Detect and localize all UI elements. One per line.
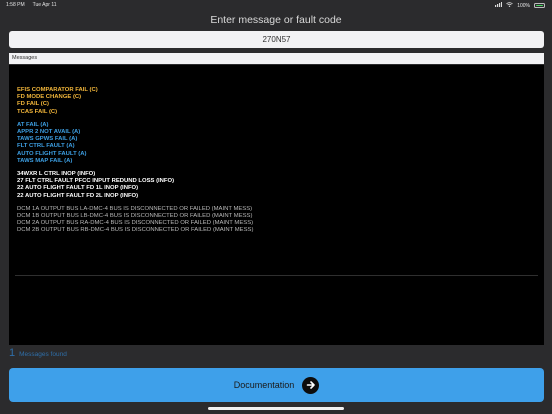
message-item[interactable]: TCAS FAIL (C) [17, 109, 527, 116]
message-item[interactable]: DCM 1B OUTPUT BUS LB-DMC-4 BUS IS DISCON… [17, 213, 527, 220]
status-time: 1:58 PM [6, 2, 25, 8]
message-item[interactable]: 22 AUTO FLIGHT FAULT FD 1L INOP (INFO) [17, 185, 527, 192]
message-group-info: 34WXR L CTRL INOP (INFO) 27 FLT CTRL FAUL… [17, 171, 527, 200]
documentation-button-label: Documentation [233, 380, 295, 390]
status-date: Tue Apr 11 [32, 2, 57, 8]
results-count-label: Messages found [19, 351, 67, 358]
signal-icon [495, 2, 503, 9]
battery-percent: 100% [517, 2, 530, 9]
battery-icon [534, 3, 545, 8]
results-count-number: 1 [9, 347, 16, 359]
messages-label: Messages [9, 53, 544, 64]
message-item[interactable]: FLT CTRL FAULT (A) [17, 143, 527, 150]
message-item[interactable]: APPR 2 NOT AVAIL (A) [17, 129, 527, 136]
page-title: Enter message or fault code [210, 14, 342, 26]
message-item[interactable]: DCM 1A OUTPUT BUS LA-DMC-4 BUS IS DISCON… [17, 206, 527, 213]
messages-body: EFIS COMPARATOR FAIL (C) FD MODE CHANGE (… [17, 87, 527, 241]
documentation-button[interactable]: Documentation [9, 368, 544, 402]
message-item[interactable]: TAWS MAP FAIL (A) [17, 158, 527, 165]
message-item[interactable]: AUTO FLIGHT FAULT (A) [17, 151, 527, 158]
message-group-caution: EFIS COMPARATOR FAIL (C) FD MODE CHANGE (… [17, 87, 527, 116]
message-group-advisory: AT FAIL (A) APPR 2 NOT AVAIL (A) TAWS GPWS… [17, 122, 527, 165]
wifi-icon [506, 2, 513, 9]
home-indicator[interactable] [208, 407, 344, 410]
message-item[interactable]: FD FAIL (C) [17, 101, 527, 108]
message-item[interactable]: DCM 2A OUTPUT BUS RA-DMC-4 BUS IS DISCON… [17, 220, 527, 227]
battery-fill [536, 5, 543, 6]
message-item[interactable]: EFIS COMPARATOR FAIL (C) [17, 87, 527, 94]
results-count: 1 Messages found [9, 347, 67, 359]
arrow-right-circle-icon [302, 376, 320, 394]
message-item[interactable]: FD MODE CHANGE (C) [17, 94, 527, 101]
message-item[interactable]: DCM 2B OUTPUT BUS RB-DMC-4 BUS IS DISCON… [17, 227, 527, 234]
messages-divider [15, 275, 538, 276]
message-item[interactable]: 22 AUTO FLIGHT FAULT FD 2L INOP (INFO) [17, 193, 527, 200]
message-item[interactable]: 27 FLT CTRL FAULT PFCC INPUT REDUND LOSS… [17, 178, 527, 185]
fault-code-input[interactable]: 270N57 [9, 31, 544, 48]
message-item[interactable]: AT FAIL (A) [17, 122, 527, 129]
message-item[interactable]: 34WXR L CTRL INOP (INFO) [17, 171, 527, 178]
status-right: 100% [495, 2, 545, 9]
status-left: 1:58 PM Tue Apr 11 [6, 2, 57, 8]
messages-list[interactable]: EFIS COMPARATOR FAIL (C) FD MODE CHANGE (… [9, 65, 544, 345]
message-group-maint: DCM 1A OUTPUT BUS LA-DMC-4 BUS IS DISCON… [17, 206, 527, 235]
status-bar: 1:58 PM Tue Apr 11 100% [0, 0, 552, 10]
message-item[interactable]: TAWS GPWS FAIL (A) [17, 136, 527, 143]
